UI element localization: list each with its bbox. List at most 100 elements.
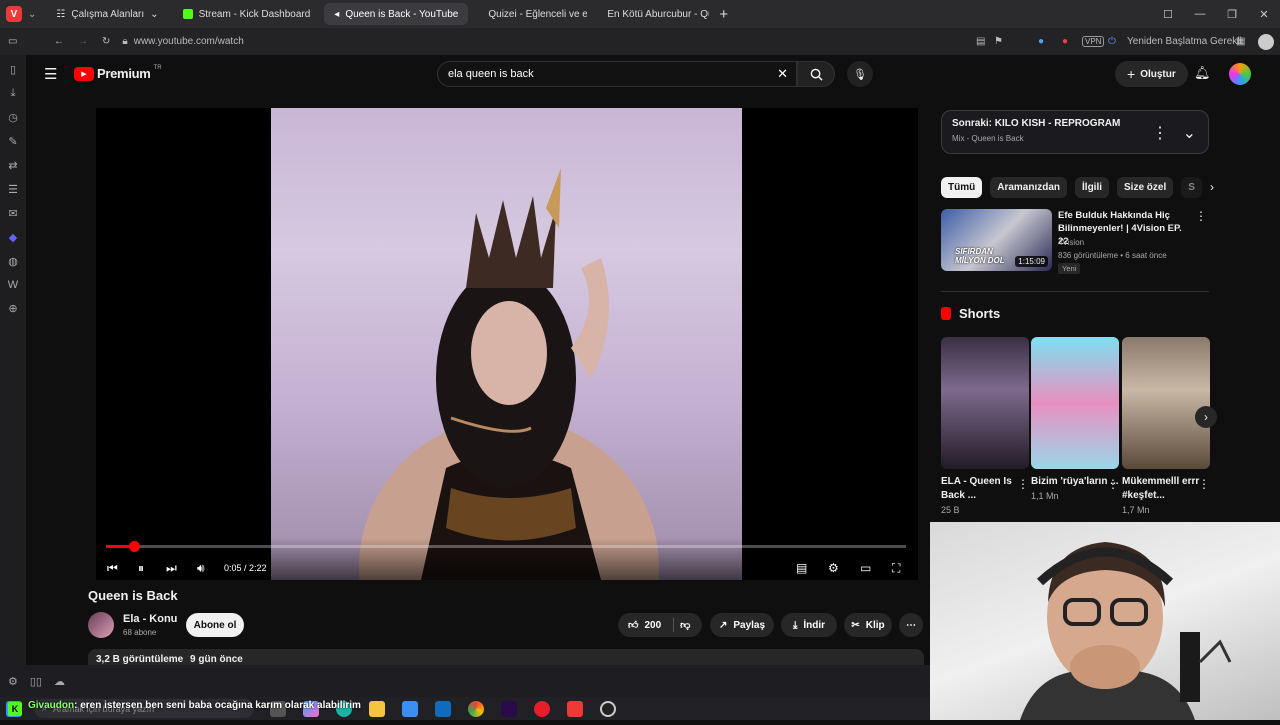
settings-button[interactable]: ⚙ <box>828 558 839 578</box>
reading-list-icon[interactable]: ☰ <box>8 183 18 196</box>
workspaces-button[interactable]: ☷ Çalışma Alanları ⌄ <box>46 3 168 25</box>
short-thumbnail[interactable] <box>1031 337 1119 469</box>
tab-quizei-2[interactable]: En Kötü Aburcubur - Quize <box>591 3 709 25</box>
chrome-icon[interactable] <box>468 700 484 717</box>
mastodon-panel-icon[interactable]: ◆ <box>9 231 17 244</box>
store-icon[interactable] <box>402 700 418 717</box>
voice-search-button[interactable]: 🎙︎ <box>847 61 873 87</box>
downloads-panel-icon[interactable]: ⤓ <box>11 87 16 100</box>
forward-icon[interactable]: → <box>78 36 88 47</box>
thumbs-down-icon[interactable]: 👎︎ <box>680 619 690 631</box>
bookmark-icon[interactable]: ⚑ <box>994 36 1003 47</box>
chevron-down-icon[interactable]: ⌄ <box>28 9 36 20</box>
wiki-panel-icon[interactable]: W <box>8 279 18 291</box>
chevron-down-icon[interactable]: ⌄ <box>1183 123 1196 143</box>
premiere-icon[interactable] <box>501 700 517 717</box>
search-input[interactable]: ela queen is back ✕ <box>437 61 797 87</box>
theater-mode-button[interactable]: ▭ <box>860 558 871 578</box>
back-icon[interactable]: ← <box>54 36 64 47</box>
obs-icon[interactable] <box>600 700 616 717</box>
more-actions-button[interactable]: ⋯ <box>899 613 923 637</box>
more-vertical-icon[interactable]: ⋮ <box>1017 477 1029 491</box>
reader-icon[interactable]: ▤ <box>976 36 985 47</box>
speaker-icon[interactable]: ◂ <box>334 9 339 20</box>
mail-panel-icon[interactable]: ✉ <box>8 207 17 220</box>
tab-quizei-1[interactable]: Quizei - Eğlenceli ve etkile <box>472 3 587 25</box>
search-button[interactable] <box>797 61 835 87</box>
chip-all[interactable]: Tümü <box>941 177 983 198</box>
progress-scrubber[interactable] <box>129 541 140 552</box>
recommended-video[interactable]: SIFIRDAN MİLYON DOL 1:15:09 Efe Bulduk H… <box>941 209 1209 275</box>
add-panel-icon[interactable]: ⊕ <box>8 302 17 315</box>
chevron-right-icon[interactable]: › <box>1210 177 1214 198</box>
tab-list-icon[interactable]: ☐ <box>1152 8 1184 21</box>
share-button[interactable]: ↗ Paylaş <box>710 613 774 637</box>
translate-panel-icon[interactable]: ⇄ <box>8 159 17 172</box>
clip-button[interactable]: ✂ Klip <box>844 613 892 637</box>
extension-icon-2[interactable]: ● <box>1062 36 1068 47</box>
url-field[interactable]: www.youtube.com/watch <box>134 36 244 47</box>
tab-kick-dashboard[interactable]: Stream - Kick Dashboard <box>173 3 321 25</box>
reload-icon[interactable]: ↻ <box>102 36 110 47</box>
clear-search-icon[interactable]: ✕ <box>777 66 788 82</box>
channel-avatar[interactable] <box>88 612 114 638</box>
volume-button[interactable]: 🔊︎ <box>197 558 205 578</box>
video-frame[interactable] <box>271 108 742 580</box>
notes-panel-icon[interactable]: ✎ <box>8 135 17 148</box>
tiling-icon[interactable]: ▯▯ <box>30 675 42 688</box>
extension-icon[interactable]: ● <box>1038 36 1044 47</box>
progress-bar[interactable] <box>106 541 906 552</box>
history-panel-icon[interactable]: ◷ <box>8 111 18 124</box>
profile-avatar[interactable] <box>1258 33 1274 50</box>
outlook-icon[interactable] <box>435 700 451 717</box>
cloud-sync-icon[interactable]: ☁ <box>54 675 65 688</box>
chip-from-search[interactable]: Aramanızdan <box>990 177 1068 198</box>
more-vertical-icon[interactable]: ⋮ <box>1152 123 1168 143</box>
chip-more[interactable]: S <box>1181 177 1202 198</box>
short-item[interactable]: Bizim 'rüya'ların ... 1,1 Mn ⋮ <box>1031 337 1119 501</box>
like-count[interactable]: 200 <box>644 620 661 631</box>
close-window-icon[interactable]: ✕ <box>1248 8 1280 21</box>
extensions-icon[interactable]: ▦ <box>1236 36 1245 47</box>
shorts-next-button[interactable]: › <box>1195 406 1217 428</box>
youtube-logo[interactable]: ▶ Premium TR <box>74 65 162 81</box>
video-thumbnail[interactable]: SIFIRDAN MİLYON DOL 1:15:09 <box>941 209 1052 271</box>
next-button[interactable]: ⏭ <box>166 558 177 578</box>
chip-related[interactable]: İlgili <box>1075 177 1110 198</box>
short-item[interactable]: Mükemmelll errr #keşfet... 1,7 Mn ⋮ <box>1122 337 1210 515</box>
more-vertical-icon[interactable]: ⋮ <box>1107 477 1119 491</box>
tab-youtube[interactable]: ◂ Queen is Back - YouTube <box>324 3 469 25</box>
fullscreen-button[interactable]: ⛶ <box>892 558 900 578</box>
vpn-badge[interactable]: VPN <box>1082 36 1105 47</box>
more-vertical-icon[interactable]: ⋮ <box>1195 209 1207 223</box>
previous-button[interactable]: ⏮ <box>107 558 118 578</box>
short-thumbnail[interactable] <box>941 337 1029 469</box>
bookmarks-panel-icon[interactable]: ▯ <box>10 63 16 76</box>
chip-for-you[interactable]: Size özel <box>1117 177 1174 198</box>
channel-name[interactable]: Ela - Konu <box>123 613 177 625</box>
vivaldi-taskbar-icon[interactable] <box>567 700 583 717</box>
subscribe-button[interactable]: Abone ol <box>186 613 244 637</box>
file-explorer-icon[interactable] <box>369 700 385 717</box>
settings-gear-icon[interactable]: ⚙ <box>8 675 18 688</box>
subtitles-button[interactable]: ▤ <box>796 558 807 578</box>
minimize-icon[interactable]: — <box>1184 8 1216 20</box>
notifications-bell-icon[interactable]: 🔔︎ <box>1194 65 1211 81</box>
web-panel-icon[interactable]: ◍ <box>8 255 18 268</box>
panel-toggle-icon[interactable]: ▭ <box>8 36 22 47</box>
more-vertical-icon[interactable]: ⋮ <box>1198 477 1210 491</box>
vivaldi-logo-icon[interactable]: V <box>6 6 22 22</box>
restart-required-button[interactable]: Yeniden Başlatma Gerekli <box>1127 36 1242 47</box>
short-thumbnail[interactable] <box>1122 337 1210 469</box>
short-item[interactable]: ELA - Queen Is Back ... 25 B ⋮ <box>941 337 1029 515</box>
video-player[interactable]: ⏮ ⏸ ⏭ 🔊︎ 0:05 / 2:22 ▤ ⚙ ▭ ⛶ <box>96 108 918 580</box>
download-button[interactable]: ⤓ İndir <box>781 613 837 637</box>
account-avatar[interactable] <box>1229 63 1251 85</box>
opera-icon[interactable] <box>534 700 550 717</box>
thumbs-up-icon[interactable]: 👍︎ <box>628 619 638 631</box>
hamburger-menu-icon[interactable]: ☰ <box>44 65 57 83</box>
pause-button[interactable]: ⏸ <box>138 558 144 578</box>
new-tab-plus-icon[interactable]: + <box>719 6 728 23</box>
restore-icon[interactable]: ❐ <box>1216 8 1248 21</box>
up-next-mix[interactable]: Sonraki: KILO KISH - REPROGRAM Mix - Que… <box>941 110 1209 154</box>
